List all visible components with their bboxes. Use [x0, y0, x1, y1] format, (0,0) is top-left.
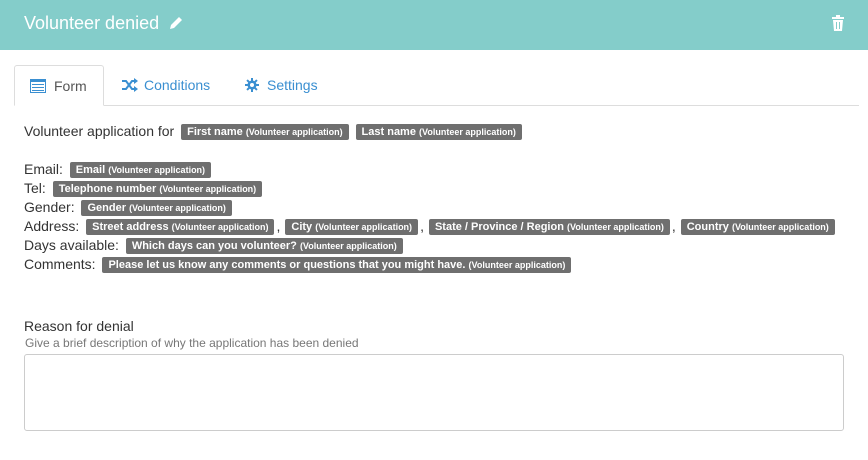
field-tag[interactable]: State / Province / Region (Volunteer app…: [428, 219, 670, 235]
pencil-icon[interactable]: [168, 15, 184, 31]
tab-bar: Form Conditions Settings: [0, 60, 868, 106]
comments-line: Comments: Please let us know any comment…: [24, 255, 572, 273]
intro-line: Volunteer application for First name (Vo…: [24, 122, 522, 140]
tab-label: Conditions: [144, 77, 211, 93]
field-tag[interactable]: Please let us know any comments or quest…: [102, 257, 572, 273]
field-tag[interactable]: Email (Volunteer application): [69, 162, 212, 178]
field-tag[interactable]: City (Volunteer application): [285, 219, 419, 235]
tab-conditions[interactable]: Conditions: [122, 65, 222, 106]
separator: ,: [420, 218, 424, 234]
form-icon: [30, 79, 46, 93]
field-tag[interactable]: Telephone number (Volunteer application): [52, 181, 263, 197]
tab-label: Settings: [267, 77, 318, 93]
separator: ,: [671, 218, 676, 234]
email-line: Email: Email (Volunteer application): [24, 160, 212, 178]
tab-label: Form: [54, 78, 87, 94]
reason-label: Reason for denial: [24, 318, 134, 334]
tel-line: Tel: Telephone number (Volunteer applica…: [24, 179, 263, 197]
tab-form[interactable]: Form: [14, 65, 104, 106]
field-tag[interactable]: Country (Volunteer application): [680, 219, 835, 235]
field-tag[interactable]: Which days can you volunteer? (Volunteer…: [125, 238, 403, 254]
trash-icon[interactable]: [831, 15, 845, 31]
intro-text: Volunteer application for: [24, 123, 175, 139]
line-label: Gender:: [24, 199, 75, 215]
gender-line: Gender: Gender (Volunteer application): [24, 198, 232, 216]
line-label: Days available:: [24, 237, 119, 253]
reason-help-text: Give a brief description of why the appl…: [25, 336, 359, 350]
separator: ,: [276, 218, 281, 234]
shuffle-icon: [122, 78, 138, 92]
line-label: Comments:: [24, 256, 96, 272]
gear-icon: [245, 78, 259, 92]
line-label: Address:: [24, 218, 80, 234]
field-tag[interactable]: Gender (Volunteer application): [81, 200, 232, 216]
line-label: Tel:: [24, 180, 46, 196]
days-line: Days available: Which days can you volun…: [24, 236, 403, 254]
tab-settings[interactable]: Settings: [245, 65, 335, 106]
line-label: Email:: [24, 161, 63, 177]
address-line: Address: Street address (Volunteer appli…: [24, 217, 835, 235]
field-tag[interactable]: First name (Volunteer application): [181, 124, 349, 140]
reason-textarea[interactable]: [24, 354, 844, 431]
form-header: Volunteer denied: [0, 0, 868, 50]
page-title: Volunteer denied: [24, 13, 160, 33]
field-tag[interactable]: Street address (Volunteer application): [86, 219, 275, 235]
field-tag[interactable]: Last name (Volunteer application): [355, 124, 522, 140]
